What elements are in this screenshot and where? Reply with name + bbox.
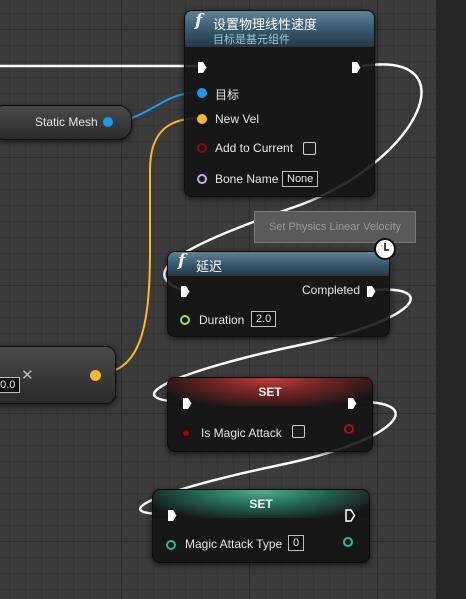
latent-clock-icon xyxy=(374,238,396,260)
set-exec-out-pin-icon[interactable] xyxy=(347,397,357,409)
set-exec-in-pin-icon[interactable] xyxy=(182,397,192,409)
left-output-pin-icon[interactable] xyxy=(90,370,101,381)
bone-name-pin-label: Bone Name xyxy=(215,172,279,186)
delay-node-title: 延迟 xyxy=(196,259,223,274)
function-icon: f xyxy=(195,11,203,31)
completed-pin-label: Completed xyxy=(302,283,361,297)
completed-pin-icon[interactable] xyxy=(366,285,376,297)
set2-exec-in-pin-icon[interactable] xyxy=(167,509,177,521)
set-magic-attack-type-node[interactable]: SET Magic Attack Type 0 xyxy=(152,489,370,563)
set-node-title: SET xyxy=(249,497,273,511)
target-pin-icon[interactable] xyxy=(197,88,207,98)
target-pin-label: 目标 xyxy=(215,88,240,102)
function-icon: f xyxy=(178,251,186,271)
is-magic-attack-label: Is Magic Attack xyxy=(201,426,282,440)
add-to-current-pin-icon[interactable] xyxy=(197,143,207,153)
delay-exec-in-pin-icon[interactable] xyxy=(180,285,190,297)
add-to-current-pin-label: Add to Current xyxy=(215,141,294,155)
static-mesh-node[interactable]: Static Mesh xyxy=(0,105,132,140)
duration-input[interactable]: 2.0 xyxy=(251,311,277,327)
set-is-magic-attack-node[interactable]: SET Is Magic Attack xyxy=(167,377,373,452)
is-magic-attack-checkbox[interactable] xyxy=(292,425,305,438)
set-node-title: SET xyxy=(258,385,282,399)
left-value-input[interactable]: 00.0 xyxy=(0,377,21,393)
set2-exec-out-pin-icon[interactable] xyxy=(345,509,356,522)
bone-name-input[interactable]: None xyxy=(282,171,319,187)
delay-node-header: f 延迟 xyxy=(168,252,389,276)
duration-pin-icon[interactable] xyxy=(180,315,190,325)
is-magic-attack-pin-icon[interactable] xyxy=(181,428,191,438)
delay-node[interactable]: f 延迟 Completed Duration 2.0 xyxy=(167,251,390,337)
new-vel-pin-icon[interactable] xyxy=(197,114,207,124)
magic-attack-type-output-pin-icon[interactable] xyxy=(343,537,353,547)
new-vel-pin-label: New Vel xyxy=(215,112,260,126)
remove-icon[interactable]: ✕ xyxy=(21,366,34,384)
exec-in-pin-icon[interactable] xyxy=(197,61,207,73)
bone-name-pin-icon[interactable] xyxy=(197,174,207,184)
left-partial-node[interactable]: ✕ 00.0 xyxy=(0,346,116,404)
node-header: f 设置物理线性速度 目标是基元组件 xyxy=(185,11,374,47)
node-subtitle: 目标是基元组件 xyxy=(213,34,290,46)
tooltip: Set Physics Linear Velocity xyxy=(254,211,416,243)
is-magic-attack-output-pin-icon[interactable] xyxy=(344,424,354,434)
set-node-header: SET xyxy=(168,378,372,406)
add-to-current-checkbox[interactable] xyxy=(303,142,316,155)
static-mesh-label: Static Mesh xyxy=(35,115,98,129)
exec-out-pin-icon[interactable] xyxy=(351,61,361,73)
duration-pin-label: Duration xyxy=(199,313,245,327)
set-node-header: SET xyxy=(153,490,369,518)
set-linear-velocity-node[interactable]: f 设置物理线性速度 目标是基元组件 目标 New Vel Add to Cur… xyxy=(184,10,375,197)
static-mesh-output-pin-icon[interactable] xyxy=(103,117,113,127)
magic-attack-type-pin-icon[interactable] xyxy=(166,540,176,550)
magic-attack-type-label: Magic Attack Type xyxy=(185,537,283,551)
magic-attack-type-input[interactable]: 0 xyxy=(288,535,305,551)
